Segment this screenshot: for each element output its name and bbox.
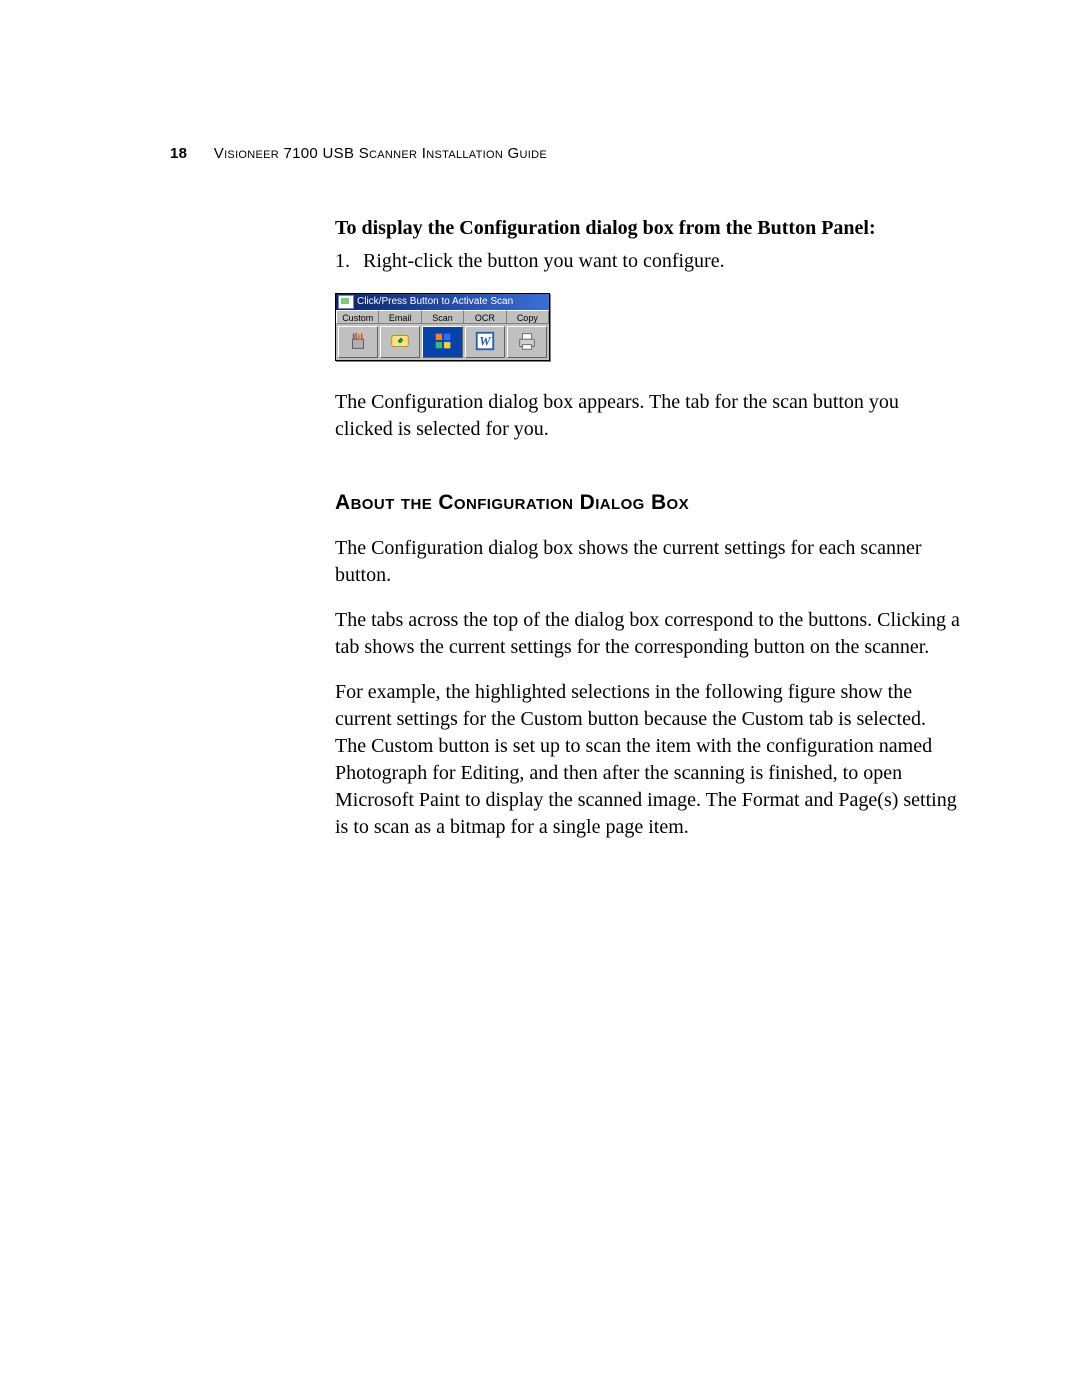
step-text: Right-click the button you want to confi… <box>363 250 725 272</box>
tab-ocr[interactable]: OCR <box>464 310 506 324</box>
paragraph-after-panel: The Configuration dialog box appears. Th… <box>335 389 960 443</box>
tab-scan[interactable]: Scan <box>422 310 464 324</box>
tab-email[interactable]: Email <box>379 310 421 324</box>
body-paragraph-1: The Configuration dialog box shows the c… <box>335 535 960 589</box>
email-icon <box>389 330 411 355</box>
printer-icon <box>516 330 538 355</box>
subsection-heading: To display the Configuration dialog box … <box>335 217 960 240</box>
email-button[interactable] <box>380 326 420 358</box>
button-panel-screenshot: Click/Press Button to Activate Scan Cust… <box>335 293 550 361</box>
scan-app-icon <box>432 330 454 355</box>
step-1: 1.Right-click the button you want to con… <box>335 248 960 275</box>
button-panel-title: Click/Press Button to Activate Scan <box>357 294 513 310</box>
header-title: Visioneer 7100 USB Scanner Installation … <box>214 145 547 162</box>
step-number: 1. <box>335 248 363 275</box>
body-paragraph-3: For example, the highlighted selections … <box>335 679 960 841</box>
custom-button[interactable] <box>338 326 378 358</box>
body-paragraph-2: The tabs across the top of the dialog bo… <box>335 607 960 661</box>
button-panel-tabs: Custom Email Scan OCR Copy <box>336 310 549 324</box>
scanner-icon <box>338 295 354 309</box>
scan-button[interactable] <box>422 326 462 358</box>
svg-text:W: W <box>479 334 492 348</box>
paint-cup-icon <box>347 330 369 355</box>
copy-button[interactable] <box>507 326 547 358</box>
tab-copy[interactable]: Copy <box>507 310 549 324</box>
button-panel-buttons: W <box>336 324 549 360</box>
word-icon: W <box>474 330 496 355</box>
tab-custom[interactable]: Custom <box>336 310 379 324</box>
section-heading: About the Configuration Dialog Box <box>170 491 960 515</box>
page-header: 18 Visioneer 7100 USB Scanner Installati… <box>170 145 960 162</box>
ocr-button[interactable]: W <box>465 326 505 358</box>
button-panel-titlebar: Click/Press Button to Activate Scan <box>336 294 549 310</box>
page-number: 18 <box>170 145 187 162</box>
